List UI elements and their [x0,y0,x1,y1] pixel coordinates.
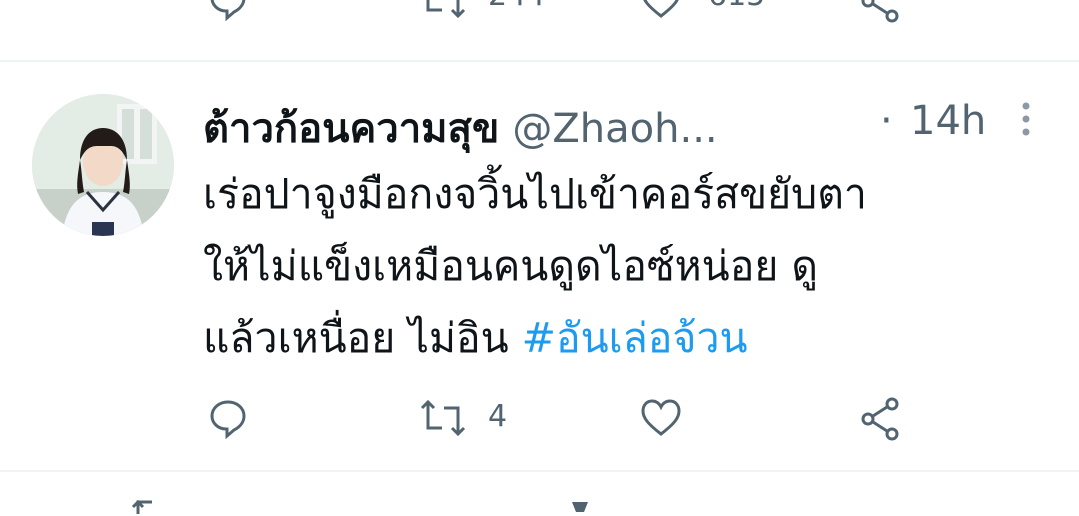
avatar-image [32,94,174,236]
previous-tweet-actions: 244 615 [0,0,1079,28]
share-icon[interactable] [858,396,904,442]
tweet-actions: 4 [0,396,1079,446]
tweet-text-line: ให้ไม่แข็งเหมือนคนดูดไอซ์หน่อย ดู [203,242,819,290]
time-separator: · [880,98,893,144]
pinned-indicator-icon [570,500,590,512]
tweet-text-line-part: แล้วเหนื่อย ไม่อิน [203,314,522,362]
heart-icon[interactable] [638,0,684,22]
tweet-text-line: แล้วเหนื่อย ไม่อิน #อันเล่อจ้วน [203,302,1053,374]
hashtag-link[interactable]: #อันเล่อจ้วน [522,314,748,362]
tweet-header: ต้าวก้อนความสุข @Zhaoh... [203,96,718,160]
heart-icon[interactable] [638,396,684,440]
avatar[interactable] [32,94,174,236]
like-count: 615 [708,0,765,11]
retweet-count: 244 [488,0,545,11]
tweet-time[interactable]: 14h [910,98,986,144]
tweet-divider-bottom [0,470,1079,472]
more-vertical-icon[interactable] [1016,100,1036,140]
retweeted-indicator-icon [130,496,170,516]
display-name[interactable]: ต้าวก้อนความสุข [203,106,499,152]
tweet-divider-top [0,60,1079,62]
reply-icon[interactable] [206,396,250,440]
user-handle[interactable]: @Zhaoh... [512,106,717,152]
tweet-text-line: เร่อปาจูงมือกงจวิ้นไปเข้าคอร์สขยับตา [203,170,867,218]
reply-icon[interactable] [206,0,250,22]
retweet-icon[interactable] [418,0,468,22]
share-icon[interactable] [858,0,904,24]
tweet-text: เร่อปาจูงมือกงจวิ้นไปเข้าคอร์สขยับตา ให้… [203,158,1053,374]
retweet-icon[interactable] [418,396,468,440]
retweet-count: 4 [488,399,508,434]
